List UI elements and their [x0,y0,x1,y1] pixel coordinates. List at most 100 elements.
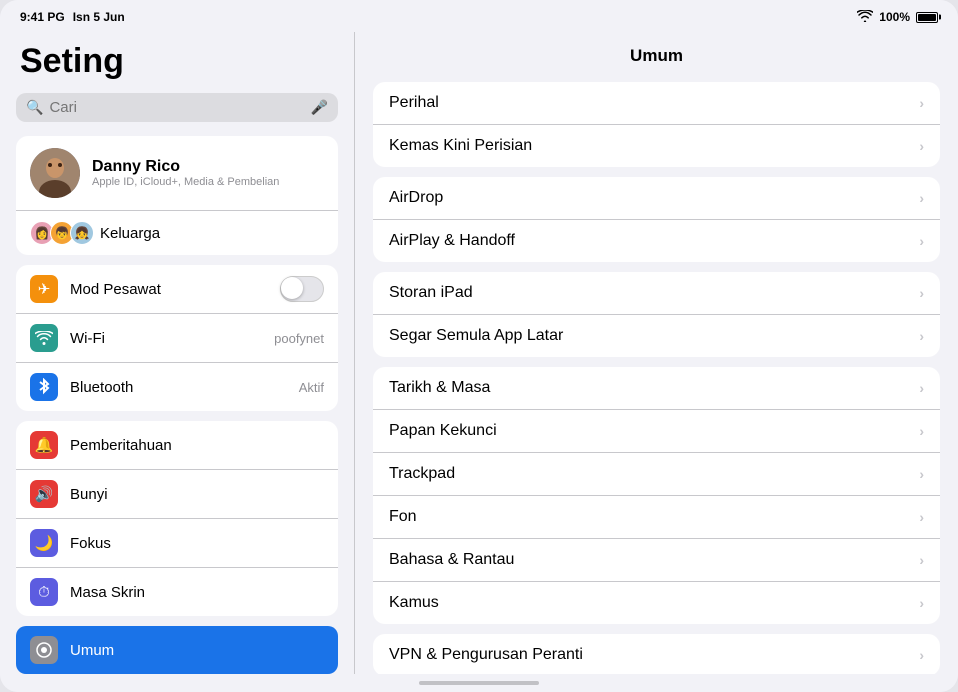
avatar [30,148,80,198]
right-panel-title: Umum [355,32,958,76]
settings-group-5: VPN & Pengurusan Peranti › [373,634,940,674]
fokus-label: Fokus [70,535,324,552]
sidebar: Seting 🔍 🎤 [0,32,355,674]
bunyi-icon: 🔊 [30,480,58,508]
umum-icon [30,636,58,664]
sidebar-title: Seting [16,42,338,81]
sidebar-item-pemberitahuan[interactable]: 🔔 Pemberitahuan [16,421,338,469]
settings-row-airdrop[interactable]: AirDrop › [373,177,940,219]
wifi-icon [857,10,873,25]
notifications-card: 🔔 Pemberitahuan 🔊 Bunyi 🌙 Fokus ⏱ Masa S… [16,421,338,616]
settings-row-tarikh-masa[interactable]: Tarikh & Masa › [373,367,940,409]
device-frame: 9:41 PG Isn 5 Jun 100% Seting [0,0,958,692]
perihal-label: Perihal [389,94,439,112]
perihal-chevron: › [919,95,924,111]
main-content: Seting 🔍 🎤 [0,32,958,674]
settings-row-bahasa-rantau[interactable]: Bahasa & Rantau › [373,538,940,581]
home-indicator [0,674,958,692]
profile-text: Danny Rico Apple ID, iCloud+, Media & Pe… [92,158,279,188]
time: 9:41 PG [20,10,65,24]
family-avatar-3: 👧 [70,221,94,245]
kamus-chevron: › [919,595,924,611]
settings-row-kemas-kini[interactable]: Kemas Kini Perisian › [373,124,940,167]
segar-semula-chevron: › [919,328,924,344]
battery-icon [916,12,938,23]
tarikh-masa-chevron: › [919,380,924,396]
sidebar-item-bunyi[interactable]: 🔊 Bunyi [16,469,338,518]
pemberitahuan-icon: 🔔 [30,431,58,459]
settings-row-papan-kekunci[interactable]: Papan Kekunci › [373,409,940,452]
profile-name: Danny Rico [92,158,279,176]
bluetooth-label: Bluetooth [70,379,287,396]
bahasa-rantau-label: Bahasa & Rantau [389,551,514,569]
bahasa-rantau-chevron: › [919,552,924,568]
airdrop-label: AirDrop [389,189,443,207]
search-input[interactable] [49,99,304,116]
airplay-chevron: › [919,233,924,249]
profile-card: Danny Rico Apple ID, iCloud+, Media & Pe… [16,136,338,255]
trackpad-chevron: › [919,466,924,482]
pemberitahuan-label: Pemberitahuan [70,437,324,454]
network-card: ✈ Mod Pesawat Wi-Fi [16,265,338,411]
family-label: Keluarga [100,225,160,242]
settings-row-kamus[interactable]: Kamus › [373,581,940,624]
mod-pesawat-icon: ✈ [30,275,58,303]
wifi-settings-icon [30,324,58,352]
kemas-kini-chevron: › [919,138,924,154]
bluetooth-value: Aktif [299,380,324,395]
family-item[interactable]: 👩 👦 👧 Keluarga [16,210,338,255]
mod-pesawat-toggle[interactable] [280,276,324,302]
airdrop-chevron: › [919,190,924,206]
settings-group-4: Tarikh & Masa › Papan Kekunci › Trackpad… [373,367,940,624]
status-bar-left: 9:41 PG Isn 5 Jun [20,10,125,24]
bunyi-label: Bunyi [70,486,324,503]
settings-row-airplay[interactable]: AirPlay & Handoff › [373,219,940,262]
sidebar-item-wifi[interactable]: Wi-Fi poofynet [16,313,338,362]
profile-subtitle: Apple ID, iCloud+, Media & Pembelian [92,176,279,188]
settings-row-storan[interactable]: Storan iPad › [373,272,940,314]
mod-pesawat-label: Mod Pesawat [70,281,268,298]
storan-label: Storan iPad [389,284,473,302]
kamus-label: Kamus [389,594,439,612]
settings-row-vpn[interactable]: VPN & Pengurusan Peranti › [373,634,940,674]
trackpad-label: Trackpad [389,465,455,483]
settings-row-perihal[interactable]: Perihal › [373,82,940,124]
fon-label: Fon [389,508,417,526]
sidebar-item-bluetooth[interactable]: Bluetooth Aktif [16,362,338,411]
vpn-label: VPN & Pengurusan Peranti [389,646,583,664]
settings-row-segar-semula[interactable]: Segar Semula App Latar › [373,314,940,357]
settings-row-fon[interactable]: Fon › [373,495,940,538]
right-panel: Umum Perihal › Kemas Kini Perisian › Air… [355,32,958,674]
search-icon: 🔍 [26,99,43,116]
profile-item[interactable]: Danny Rico Apple ID, iCloud+, Media & Pe… [16,136,338,210]
papan-kekunci-chevron: › [919,423,924,439]
status-bar-right: 100% [857,10,938,25]
sidebar-item-masa-skrin[interactable]: ⏱ Masa Skrin [16,567,338,616]
date: Isn 5 Jun [73,10,125,24]
fokus-icon: 🌙 [30,529,58,557]
sidebar-item-umum[interactable]: Umum [16,626,338,674]
umum-label: Umum [70,642,324,659]
settings-row-trackpad[interactable]: Trackpad › [373,452,940,495]
battery-percentage: 100% [879,10,910,24]
masa-skrin-label: Masa Skrin [70,584,324,601]
fon-chevron: › [919,509,924,525]
tarikh-masa-label: Tarikh & Masa [389,379,490,397]
family-avatars: 👩 👦 👧 [30,221,90,245]
settings-group-3: Storan iPad › Segar Semula App Latar › [373,272,940,357]
masa-skrin-icon: ⏱ [30,578,58,606]
wifi-value: poofynet [274,331,324,346]
search-bar[interactable]: 🔍 🎤 [16,93,338,122]
vpn-chevron: › [919,647,924,663]
sidebar-item-fokus[interactable]: 🌙 Fokus [16,518,338,567]
sidebar-item-mod-pesawat[interactable]: ✈ Mod Pesawat [16,265,338,313]
airplay-label: AirPlay & Handoff [389,232,515,250]
home-bar [419,681,539,685]
kemas-kini-label: Kemas Kini Perisian [389,137,532,155]
segar-semula-label: Segar Semula App Latar [389,327,563,345]
mic-icon[interactable]: 🎤 [311,99,328,116]
settings-group-1: Perihal › Kemas Kini Perisian › [373,82,940,167]
wifi-label: Wi-Fi [70,330,262,347]
bluetooth-icon [30,373,58,401]
settings-group-2: AirDrop › AirPlay & Handoff › [373,177,940,262]
